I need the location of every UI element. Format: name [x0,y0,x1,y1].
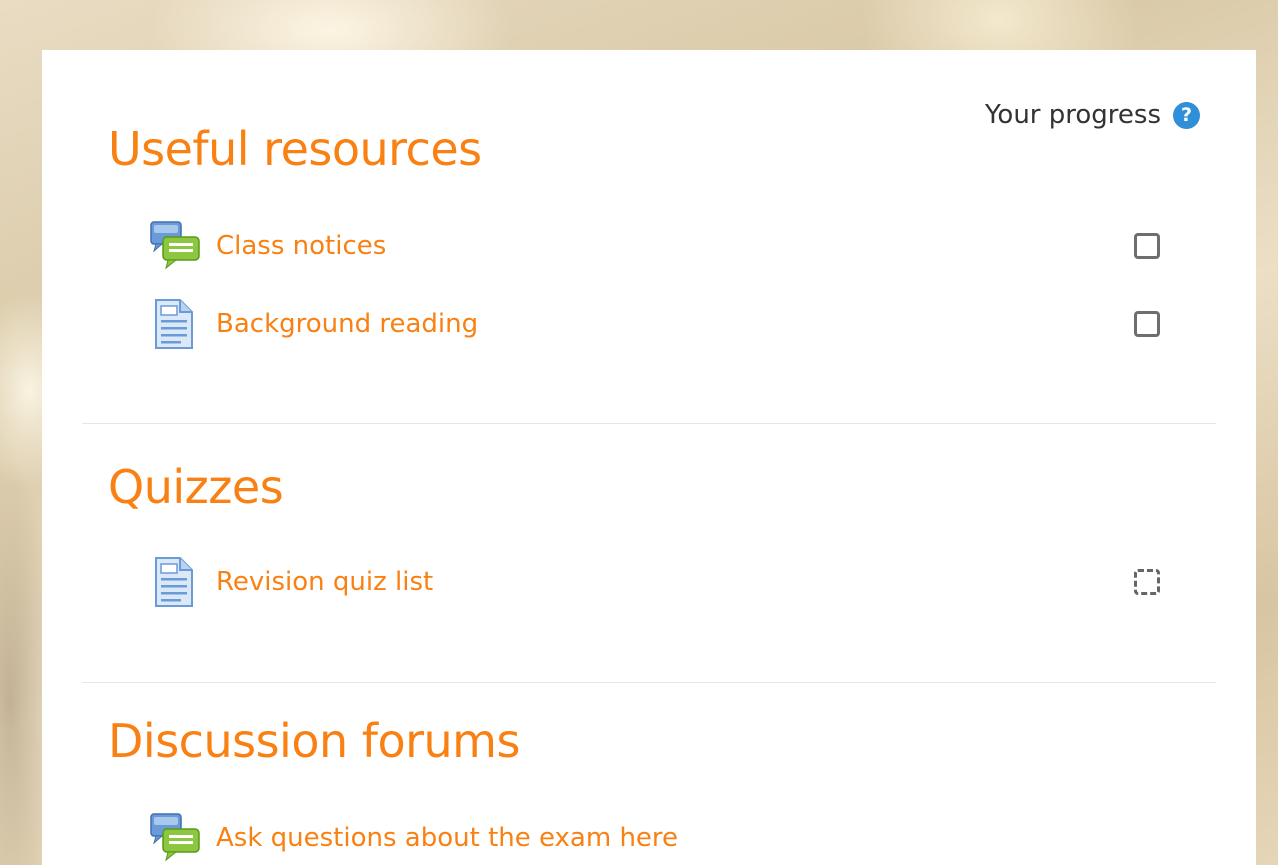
activity-ask-questions: Ask questions about the exam here [150,812,1160,864]
help-icon[interactable]: ? [1173,101,1200,129]
activity-link[interactable]: Ask questions about the exam here [216,823,678,853]
completion-checkbox-auto [1134,569,1160,595]
forum-icon [150,813,200,862]
activity-link[interactable]: Class notices [216,231,386,261]
section-title: Useful resources [108,122,482,176]
page-icon [155,299,193,349]
section-divider [82,682,1216,683]
completion-checkbox[interactable] [1134,311,1160,337]
progress-header: Your progress ? [985,100,1200,130]
section-title: Discussion forums [108,714,520,768]
activity-background-reading: Background reading [150,298,1160,350]
section-title: Quizzes [108,460,284,514]
activity-link[interactable]: Background reading [216,309,478,339]
section-divider [82,423,1216,424]
page-icon [155,557,193,607]
activity-link[interactable]: Revision quiz list [216,567,433,597]
completion-checkbox[interactable] [1134,233,1160,259]
activity-class-notices: Class notices [150,220,1160,272]
activity-revision-quiz-list: Revision quiz list [150,556,1160,608]
course-content-panel: Your progress ? Useful resources Class n… [42,50,1256,865]
forum-icon [150,221,200,270]
progress-label: Your progress [984,100,1161,130]
